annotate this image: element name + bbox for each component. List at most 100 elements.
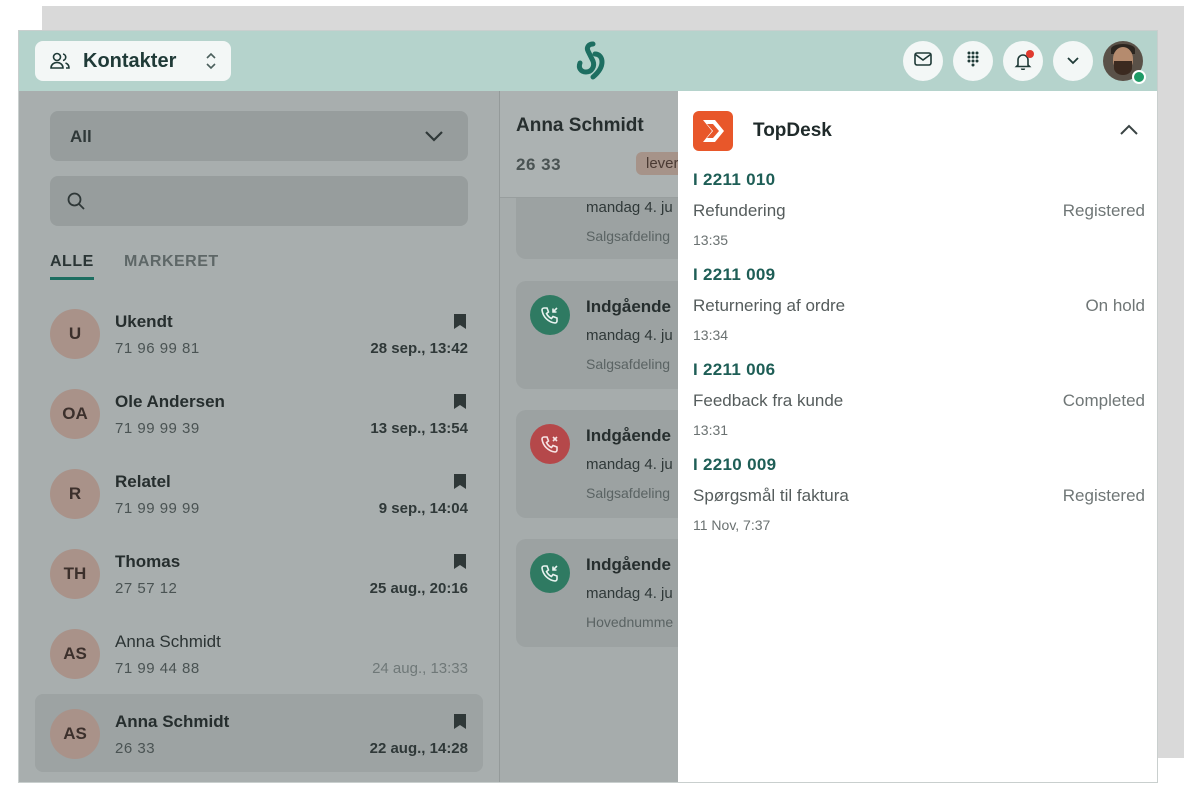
ticket-subject: Returnering af ordre <box>693 296 846 315</box>
ticket-id[interactable]: I 2211 010 <box>693 170 775 190</box>
contact-time: 24 aug., 13:33 <box>372 660 468 677</box>
ticket-subject: Feedback fra kunde <box>693 391 844 410</box>
contact-avatar: AS <box>50 629 100 679</box>
contact-time: 25 aug., 20:16 <box>369 580 468 597</box>
contact-number: 27 57 12 <box>115 580 178 597</box>
ticket-item[interactable]: I 2211 006 Feedback fra kunde Completed … <box>693 360 1145 455</box>
app-window: Kontakter All ALLE MARKERET U Ukendt 71 … <box>18 30 1158 783</box>
contact-row[interactable]: TH Thomas 27 57 12 25 aug., 20:16 <box>35 534 483 612</box>
chevron-down-icon <box>424 129 444 147</box>
bookmark-icon[interactable] <box>454 474 466 494</box>
ticket-item[interactable]: I 2211 009 Returnering af ordre On hold … <box>693 265 1145 360</box>
avatar[interactable] <box>1103 41 1146 84</box>
avatar-beard <box>1114 61 1132 75</box>
brand-logo-icon <box>573 40 607 82</box>
contact-row-selected[interactable]: AS Anna Schmidt 26 33 22 aug., 14:28 <box>35 694 483 772</box>
contact-detail-panel: mandag 4. ju Salgsafdeling Anna Schmidt … <box>499 91 716 782</box>
tab-markeret[interactable]: MARKERET <box>124 253 219 271</box>
search-input[interactable] <box>50 176 468 226</box>
ticket-time: 13:31 <box>693 422 729 438</box>
contact-name: Ukendt <box>115 312 173 331</box>
contact-number: 26 33 <box>115 740 156 757</box>
topdesk-logo-icon <box>693 111 733 151</box>
ticket-subject: Refundering <box>693 201 786 220</box>
ticket-status: Completed <box>1062 391 1145 410</box>
ticket-time: 13:34 <box>693 327 729 343</box>
call-date: mandag 4. ju <box>586 585 673 602</box>
ticket-id[interactable]: I 2211 006 <box>693 360 775 380</box>
contact-number: 71 99 99 39 <box>115 420 200 437</box>
bell-icon <box>1014 50 1034 71</box>
contact-detail-name: Anna Schmidt <box>516 115 644 136</box>
call-department: Hovednumme <box>586 614 674 630</box>
account-menu-button[interactable] <box>1053 41 1093 81</box>
app-switcher[interactable]: Kontakter <box>35 41 231 81</box>
dialpad-button[interactable] <box>953 41 993 81</box>
notification-dot <box>1026 50 1034 58</box>
ticket-id[interactable]: I 2210 009 <box>693 455 776 475</box>
mail-icon <box>914 51 932 71</box>
contact-name: Anna Schmidt <box>115 632 221 651</box>
contact-avatar: AS <box>50 709 100 759</box>
contact-avatar: R <box>50 469 100 519</box>
call-title: Indgående <box>586 297 672 316</box>
tab-alle[interactable]: ALLE <box>50 253 94 271</box>
contact-detail-header: Anna Schmidt 26 33 lever <box>500 91 689 198</box>
contact-time: 22 aug., 14:28 <box>369 740 468 757</box>
missed-call-icon <box>530 424 570 464</box>
updown-icon <box>205 51 217 76</box>
chevron-up-icon[interactable] <box>1119 123 1139 141</box>
call-department: Salgsafdeling <box>586 228 671 244</box>
contact-name: Thomas <box>115 552 181 571</box>
contact-avatar: U <box>50 309 100 359</box>
dialpad-icon <box>966 50 980 73</box>
contact-row[interactable]: U Ukendt 71 96 99 81 28 sep., 13:42 <box>35 294 483 372</box>
contact-number: 71 96 99 81 <box>115 340 200 357</box>
notifications-button[interactable] <box>1003 41 1043 81</box>
ticket-time: 13:35 <box>693 232 729 248</box>
contact-name: Anna Schmidt <box>115 712 230 731</box>
contacts-icon <box>49 50 71 72</box>
call-department: Salgsafdeling <box>586 356 671 372</box>
call-title: Indgående <box>586 555 672 574</box>
ticket-item[interactable]: I 2210 009 Spørgsmål til faktura Registe… <box>693 455 1145 550</box>
ticket-subject: Spørgsmål til faktura <box>693 486 849 505</box>
bookmark-icon[interactable] <box>454 314 466 334</box>
topdesk-panel: TopDesk I 2211 010 Refundering Registere… <box>678 91 1157 782</box>
search-icon <box>66 191 86 216</box>
contact-row[interactable]: AS Anna Schmidt 71 99 44 88 24 aug., 13:… <box>35 614 483 692</box>
active-tab-indicator <box>50 277 94 280</box>
contacts-panel: All ALLE MARKERET U Ukendt 71 96 99 81 2… <box>19 91 499 782</box>
contact-row[interactable]: R Relatel 71 99 99 99 9 sep., 14:04 <box>35 454 483 532</box>
contact-row[interactable]: OA Ole Andersen 71 99 99 39 13 sep., 13:… <box>35 374 483 452</box>
contact-name: Relatel <box>115 472 171 491</box>
ticket-id[interactable]: I 2211 009 <box>693 265 775 285</box>
topdesk-title: TopDesk <box>753 120 832 141</box>
ticket-status: Registered <box>1062 201 1145 220</box>
app-switcher-label: Kontakter <box>83 49 177 72</box>
ticket-time: 11 Nov, 7:37 <box>693 517 771 533</box>
call-date: mandag 4. ju <box>586 199 673 216</box>
bookmark-icon[interactable] <box>454 714 466 734</box>
bookmark-icon[interactable] <box>454 394 466 414</box>
ticket-status: On hold <box>1085 296 1145 315</box>
filter-dropdown[interactable]: All <box>50 111 468 161</box>
call-title: Indgående <box>586 426 672 445</box>
ticket-status: Registered <box>1062 486 1145 505</box>
online-status-indicator <box>1132 70 1146 84</box>
incoming-call-icon <box>530 295 570 335</box>
filter-value: All <box>70 127 92 146</box>
contact-avatar: OA <box>50 389 100 439</box>
contact-time: 13 sep., 13:54 <box>370 420 468 437</box>
contact-time: 9 sep., 14:04 <box>378 500 468 517</box>
contact-detail-number: 26 33 <box>516 155 562 174</box>
contact-number: 71 99 44 88 <box>115 660 200 677</box>
call-date: mandag 4. ju <box>586 327 673 344</box>
incoming-call-icon <box>530 553 570 593</box>
ticket-item[interactable]: I 2211 010 Refundering Registered 13:35 <box>693 170 1145 265</box>
contact-time: 28 sep., 13:42 <box>370 340 468 357</box>
mail-button[interactable] <box>903 41 943 81</box>
call-department: Salgsafdeling <box>586 485 671 501</box>
contact-avatar: TH <box>50 549 100 599</box>
bookmark-icon[interactable] <box>454 554 466 574</box>
